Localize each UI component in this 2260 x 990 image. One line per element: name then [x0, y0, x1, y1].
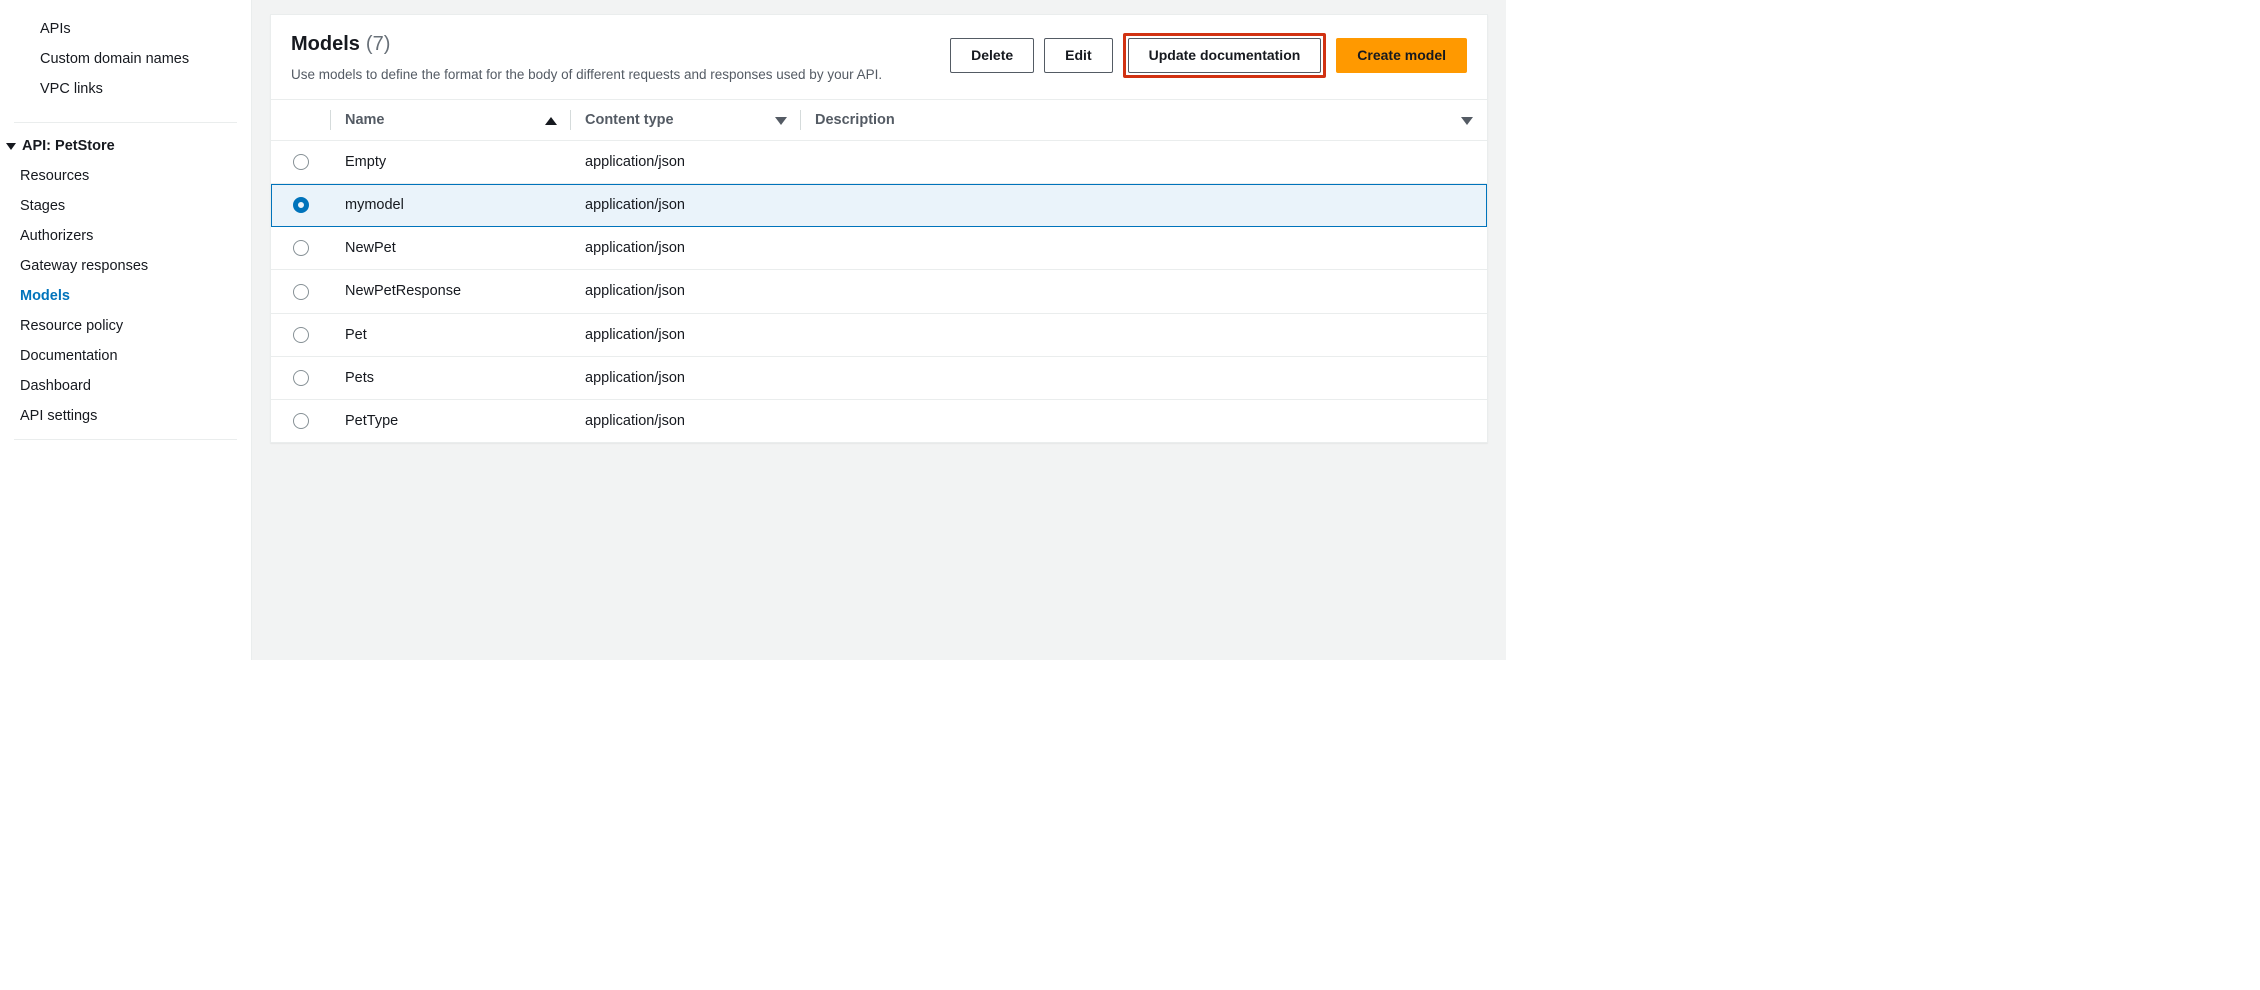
models-table: Name Content type Description [271, 99, 1487, 442]
sidebar: APIs Custom domain names VPC links API: … [0, 0, 252, 660]
sidebar-api-heading[interactable]: API: PetStore [0, 131, 251, 161]
cell-content-type: application/json [571, 227, 801, 270]
cell-description [801, 140, 1487, 183]
sidebar-item-resource-policy[interactable]: Resource policy [0, 311, 251, 341]
sidebar-item-documentation[interactable]: Documentation [0, 341, 251, 371]
sidebar-top-section: APIs Custom domain names VPC links [0, 0, 251, 114]
table-row[interactable]: Empty application/json [271, 140, 1487, 183]
row-radio[interactable] [293, 197, 309, 213]
table-row[interactable]: NewPetResponse application/json [271, 270, 1487, 313]
cell-description [801, 313, 1487, 356]
table-row[interactable]: Pet application/json [271, 313, 1487, 356]
sidebar-item-models[interactable]: Models [0, 281, 251, 311]
models-panel: Models (7) Use models to define the form… [270, 14, 1488, 443]
cell-description [801, 184, 1487, 227]
column-header-name-label: Name [345, 112, 385, 128]
column-header-name[interactable]: Name [331, 99, 571, 140]
filter-icon [1461, 117, 1473, 125]
page-description: Use models to define the format for the … [291, 66, 934, 85]
table-row[interactable]: mymodel application/json [271, 184, 1487, 227]
row-radio[interactable] [293, 154, 309, 170]
cell-content-type: application/json [571, 356, 801, 399]
column-header-description[interactable]: Description [801, 99, 1487, 140]
sort-ascending-icon [545, 117, 557, 125]
cell-content-type: application/json [571, 184, 801, 227]
row-radio[interactable] [293, 370, 309, 386]
main-content: Models (7) Use models to define the form… [252, 0, 1506, 660]
cell-content-type: application/json [571, 399, 801, 442]
delete-button[interactable]: Delete [950, 38, 1034, 73]
sidebar-item-custom-domain-names[interactable]: Custom domain names [20, 44, 231, 74]
sidebar-divider [14, 122, 237, 123]
cell-description [801, 270, 1487, 313]
cell-name: mymodel [331, 184, 571, 227]
cell-name: Pets [331, 356, 571, 399]
sidebar-item-resources[interactable]: Resources [0, 161, 251, 191]
page-title-text: Models [291, 33, 360, 56]
sidebar-item-apis[interactable]: APIs [20, 14, 231, 44]
sidebar-item-dashboard[interactable]: Dashboard [0, 371, 251, 401]
filter-icon [775, 117, 787, 125]
sidebar-item-stages[interactable]: Stages [0, 191, 251, 221]
cell-description [801, 399, 1487, 442]
header-button-row: Delete Edit Update documentation Create … [950, 33, 1467, 78]
sidebar-item-authorizers[interactable]: Authorizers [0, 221, 251, 251]
cell-content-type: application/json [571, 270, 801, 313]
sidebar-item-gateway-responses[interactable]: Gateway responses [0, 251, 251, 281]
row-radio[interactable] [293, 240, 309, 256]
cell-description [801, 227, 1487, 270]
row-radio[interactable] [293, 284, 309, 300]
create-model-button[interactable]: Create model [1336, 38, 1467, 73]
row-radio[interactable] [293, 327, 309, 343]
sidebar-api-heading-label: API: PetStore [22, 138, 115, 154]
column-header-content-type-label: Content type [585, 112, 674, 128]
page-title: Models (7) [291, 33, 934, 56]
table-row[interactable]: PetType application/json [271, 399, 1487, 442]
sidebar-item-api-settings[interactable]: API settings [0, 401, 251, 431]
update-documentation-button[interactable]: Update documentation [1128, 38, 1322, 73]
cell-name: Empty [331, 140, 571, 183]
cell-name: NewPet [331, 227, 571, 270]
update-documentation-highlight: Update documentation [1123, 33, 1327, 78]
page-title-count: (7) [366, 33, 390, 56]
cell-description [801, 356, 1487, 399]
cell-name: Pet [331, 313, 571, 356]
column-header-content-type[interactable]: Content type [571, 99, 801, 140]
sidebar-divider [14, 439, 237, 440]
row-radio[interactable] [293, 413, 309, 429]
cell-content-type: application/json [571, 313, 801, 356]
table-row[interactable]: Pets application/json [271, 356, 1487, 399]
panel-header: Models (7) Use models to define the form… [271, 15, 1487, 99]
cell-name: NewPetResponse [331, 270, 571, 313]
sidebar-api-section: Resources Stages Authorizers Gateway res… [0, 161, 251, 431]
cell-content-type: application/json [571, 140, 801, 183]
edit-button[interactable]: Edit [1044, 38, 1112, 73]
column-header-description-label: Description [815, 112, 895, 128]
caret-down-icon [6, 143, 16, 150]
sidebar-item-vpc-links[interactable]: VPC links [20, 74, 231, 104]
table-row[interactable]: NewPet application/json [271, 227, 1487, 270]
column-header-select [271, 99, 331, 140]
cell-name: PetType [331, 399, 571, 442]
